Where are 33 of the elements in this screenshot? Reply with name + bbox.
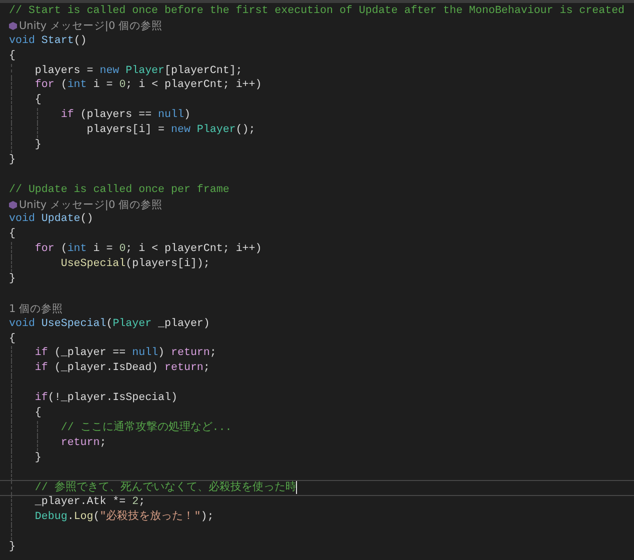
text-cursor (296, 480, 298, 494)
code-line: UseSpecial(players[i]); (60, 258, 210, 270)
code-line: // Start is called once before the first execution of Update after the MonoBehaviour is created (9, 5, 625, 17)
code-line: void UseSpecial(Player _player) (9, 318, 210, 330)
code-line: { (9, 332, 16, 345)
code-line: for (int i = 0; i < playerCnt; i++) (34, 243, 262, 256)
code-line: void Update() (9, 213, 94, 226)
code-line: { (9, 228, 16, 240)
code-line: void Start() (9, 34, 87, 47)
code-line: Debug.Log("必殺技を放った！"); (34, 511, 214, 524)
code-line: players = new Player[playerCnt]; (34, 64, 242, 77)
reference-count[interactable]: Unity メッセージ|0 個の参照 (19, 19, 162, 34)
code-line: // Update is called once per frame (9, 184, 230, 196)
code-line: _player.Atk *= 2; (34, 496, 146, 508)
code-line: // ここに通常攻撃の処理など... (60, 422, 232, 434)
code-line: if (_player == null) return; (34, 347, 216, 360)
reference-count[interactable]: Unity メッセージ|0 個の参照 (19, 198, 162, 212)
code-line: // 参照できて、死んでいなくて、必殺技を使った時 (34, 482, 298, 494)
code-line: if (players == null) (60, 109, 190, 122)
code-line: { (34, 407, 42, 420)
code-line: return; (60, 436, 106, 449)
code-line: if (_player.IsDead) return; (34, 362, 210, 374)
code-line: players[i] = new Player(); (86, 124, 256, 136)
code-line: } (34, 452, 42, 464)
code-line: } (9, 273, 16, 286)
code-line: for (int i = 0; i < playerCnt; i++) (34, 79, 262, 92)
code-line: } (9, 541, 16, 554)
code-line: } (9, 154, 16, 166)
reference-count[interactable]: 1 個の参照 (9, 302, 64, 316)
code-line: if(!_player.IsSpecial) (34, 392, 178, 404)
code-line: { (9, 50, 16, 62)
code-line: } (34, 139, 42, 152)
code-line: { (34, 94, 42, 106)
